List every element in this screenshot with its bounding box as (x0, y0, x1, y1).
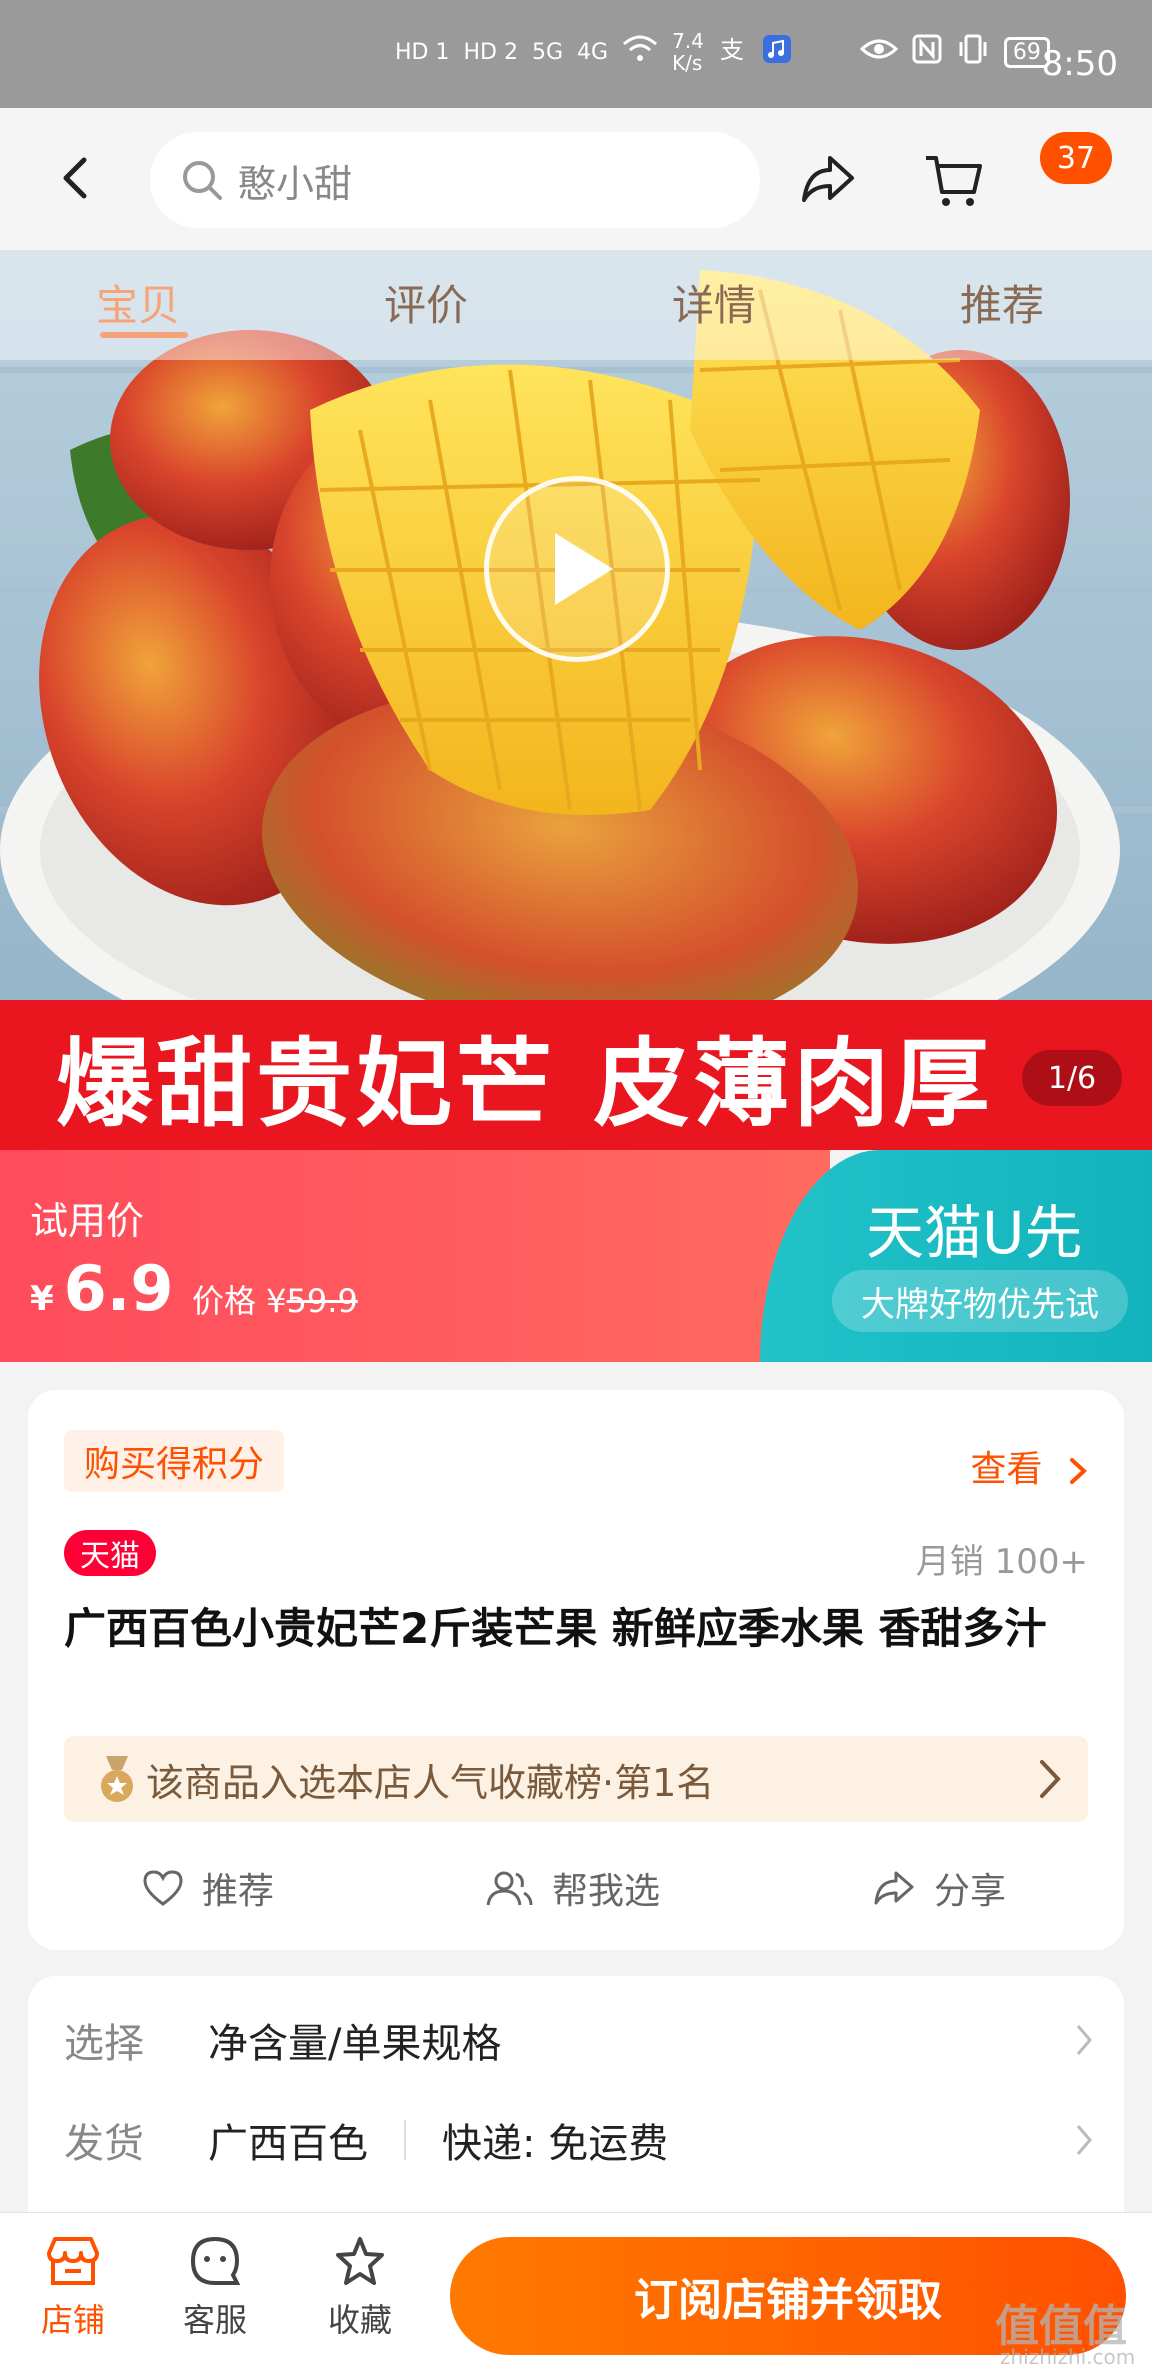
store-icon (47, 2237, 99, 2285)
trial-price-value: 6.9 (63, 1252, 174, 1325)
sim2-label: HD 2 (463, 39, 518, 65)
favorite-button[interactable]: 收藏 (305, 2235, 415, 2341)
promo-tagline: 大牌好物优先试 (832, 1270, 1128, 1332)
status-bar: HD 1 HD 2 5G 4G 7.4 K/s 支 69 8:50 (0, 0, 1152, 108)
tab-recommend[interactable]: 推荐 (960, 272, 1044, 333)
cart-icon[interactable] (922, 150, 984, 212)
select-value: 净含量/单果规格 (208, 2021, 502, 2067)
network-4g-label: 4G (577, 39, 609, 65)
service-icon (190, 2236, 241, 2285)
tmall-badge: 天猫 (64, 1530, 156, 1576)
star-icon (336, 2237, 384, 2285)
chevron-right-icon (1040, 1760, 1061, 1798)
search-icon (183, 161, 222, 200)
tab-reviews[interactable]: 评价 (384, 272, 468, 333)
help-choose-button[interactable]: 帮我选 (484, 1862, 660, 1914)
spec-select-row[interactable]: 选择 净含量/单果规格 (64, 2010, 1094, 2070)
medal-icon (101, 1756, 133, 1802)
favorite-rank-bar[interactable]: 该商品入选本店人气收藏榜·第1名 (64, 1736, 1088, 1822)
recommend-button[interactable]: 推荐 (142, 1862, 274, 1914)
chevron-right-icon (1076, 2125, 1092, 2155)
tab-details[interactable]: 详情 (672, 272, 756, 333)
heart-icon (143, 1870, 183, 1906)
view-points-link[interactable]: 查看 (971, 1440, 1088, 1492)
svg-text:支: 支 (720, 36, 744, 64)
share-icon[interactable] (800, 152, 858, 206)
product-tabs: 宝贝 评价 详情 推荐 (0, 250, 1152, 360)
network-speed: 7.4 K/s (672, 29, 704, 75)
store-button[interactable]: 店铺 (18, 2235, 128, 2341)
status-time: 8:50 (1041, 44, 1118, 84)
vibrate-icon (956, 34, 990, 70)
original-price-value: 59.9 (286, 1282, 358, 1320)
image-page-indicator: 1/6 (1022, 1050, 1122, 1106)
eye-icon (859, 36, 899, 68)
original-price: 价格 ¥59.9 (192, 1276, 358, 1322)
favorite-label: 收藏 (327, 2301, 392, 2339)
network-5g-label: 5G (531, 39, 564, 65)
monthly-sales: 月销 100+ (915, 1542, 1088, 1582)
points-tag: 购买得积分 (64, 1430, 285, 1492)
help-choose-label: 帮我选 (552, 1871, 661, 1912)
play-icon (555, 533, 613, 605)
ship-label: 发货 (64, 2121, 144, 2167)
back-icon[interactable] (60, 156, 90, 200)
active-tab-indicator (100, 332, 188, 338)
status-icons: HD 1 HD 2 5G 4G 7.4 K/s 支 69 (395, 30, 1050, 74)
product-hero-image[interactable]: 宝贝 评价 详情 推荐 爆甜贵妃芒 皮薄肉厚 1/6 (0, 250, 1152, 1150)
rank-text: 该商品入选本店人气收藏榜·第1名 (146, 1760, 715, 1805)
product-info-card: 购买得积分 查看 天猫 月销 100+ 广西百色小贵妃芒2斤装芒果 新鲜应季水果… (28, 1390, 1124, 1950)
tab-item[interactable]: 宝贝 (96, 272, 180, 333)
share-label: 分享 (934, 1871, 1007, 1912)
trial-price-label: 试用价 (30, 1199, 145, 1243)
hero-banner-text: 爆甜贵妃芒 皮薄肉厚 (0, 1000, 1152, 1150)
chevron-right-icon (1070, 1458, 1087, 1484)
divider (404, 2120, 406, 2160)
people-icon (486, 1871, 533, 1906)
customer-service-button[interactable]: 客服 (160, 2235, 270, 2341)
play-video-button[interactable] (484, 476, 670, 662)
trial-price: ¥6.9 (30, 1252, 174, 1325)
select-label: 选择 (64, 2021, 144, 2067)
store-label: 店铺 (40, 2301, 105, 2339)
share-icon (874, 1871, 914, 1905)
product-actions: 推荐 帮我选 分享 (28, 1852, 1124, 1922)
bottom-action-bar: 店铺 客服 收藏 订阅店铺并领取 (0, 2212, 1152, 2377)
recommend-label: 推荐 (202, 1871, 275, 1912)
ship-origin: 广西百色 (208, 2121, 368, 2167)
product-options-card: 选择 净含量/单果规格 发货 广西百色 快递: 免运费 (28, 1976, 1124, 2216)
wifi-icon (622, 34, 658, 70)
original-price-label: 价格 ¥ (192, 1282, 287, 1320)
top-nav-bar: 憨小甜 37 (0, 108, 1152, 250)
watermark-url: zhizhizhi.com (1000, 2345, 1136, 2369)
music-app-icon (762, 34, 792, 70)
product-title: 广西百色小贵妃芒2斤装芒果 新鲜应季水果 香甜多汁 (64, 1604, 1047, 1653)
view-link-label: 查看 (970, 1449, 1043, 1490)
nfc-icon (912, 34, 942, 70)
cart-count-badge: 37 (1040, 132, 1112, 184)
share-button[interactable]: 分享 (872, 1862, 1006, 1914)
ship-method: 快递: 免运费 (442, 2121, 669, 2167)
trial-price-banner[interactable]: 试用价 ¥6.9 价格 ¥59.9 天猫U先 大牌好物优先试 (0, 1150, 1152, 1362)
search-placeholder: 憨小甜 (238, 161, 353, 206)
sim1-label: HD 1 (395, 39, 450, 65)
service-label: 客服 (182, 2301, 247, 2339)
alipay-icon: 支 (718, 34, 748, 70)
tmall-u-first-logo: 天猫U先 (866, 1199, 1083, 1267)
chevron-right-icon (1076, 2025, 1092, 2055)
shipping-row[interactable]: 发货 广西百色 快递: 免运费 (64, 2110, 1094, 2170)
search-bar[interactable]: 憨小甜 (150, 132, 760, 228)
currency-symbol: ¥ (30, 1279, 54, 1319)
